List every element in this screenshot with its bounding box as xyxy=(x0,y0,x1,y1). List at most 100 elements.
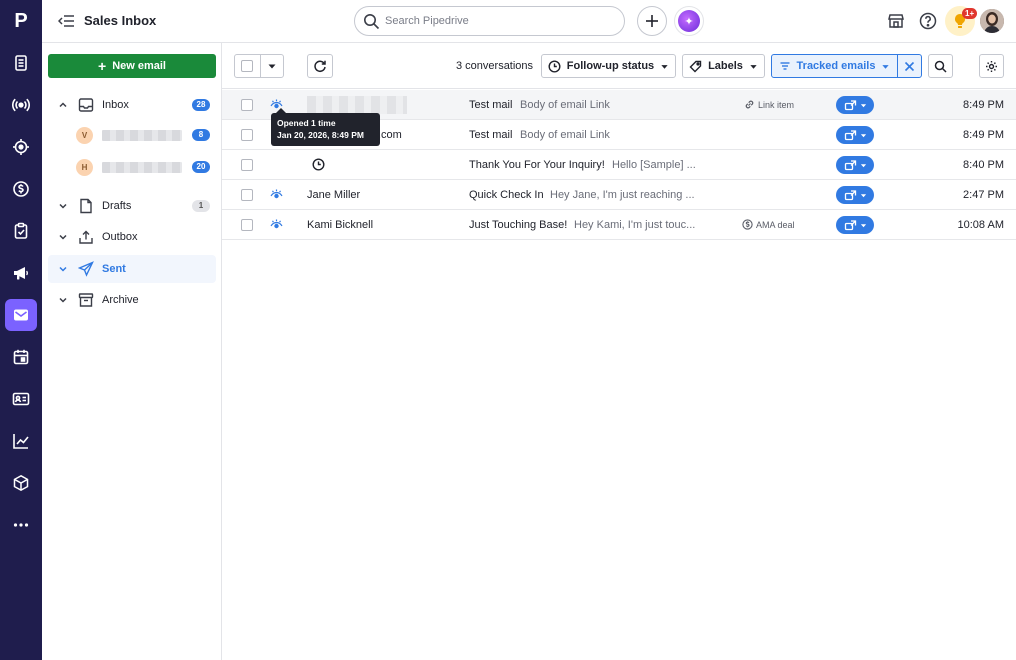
quick-add-button[interactable] xyxy=(637,6,667,36)
new-email-button[interactable]: + New email xyxy=(48,54,216,78)
chevron-down-icon[interactable] xyxy=(57,231,69,243)
conversation-row[interactable]: Thank You For Your Inquiry! Hello [Sampl… xyxy=(222,150,1016,180)
caret-down-icon xyxy=(750,64,757,69)
chevron-down-icon[interactable] xyxy=(57,263,69,275)
products-icon[interactable] xyxy=(5,467,37,499)
campaigns-icon[interactable] xyxy=(5,257,37,289)
chevron-up-icon[interactable] xyxy=(57,99,69,111)
labels-label: Labels xyxy=(708,60,743,72)
chevron-down-icon[interactable] xyxy=(57,294,69,306)
inbox-account-v[interactable]: V 8 xyxy=(70,123,216,147)
broadcast-icon[interactable] xyxy=(5,89,37,121)
settings-button[interactable] xyxy=(979,54,1004,78)
mail-sidebar: + New email Inbox 28 V 8 H 20 Drafts 1 O… xyxy=(42,43,222,660)
folder-sent[interactable]: Sent xyxy=(48,255,216,283)
row-checkbox[interactable] xyxy=(241,159,253,171)
conversation-count: 3 conversations xyxy=(456,60,534,72)
folder-drafts[interactable]: Drafts 1 xyxy=(48,192,216,220)
pipedrive-logo[interactable]: P xyxy=(0,6,42,36)
row-sender: Kami Bicknell xyxy=(307,219,374,231)
account-name-redacted xyxy=(102,129,182,141)
conversation-row[interactable]: Kami Bicknell Just Touching Base! Hey Ka… xyxy=(222,210,1016,240)
more-icon[interactable] xyxy=(5,509,37,541)
row-checkbox[interactable] xyxy=(241,189,253,201)
row-time: 8:40 PM xyxy=(963,159,1004,171)
marketplace-icon[interactable] xyxy=(886,11,906,31)
target-icon[interactable] xyxy=(5,131,37,163)
link-deal-icon xyxy=(844,99,856,110)
list-toolbar: 3 conversations Follow-up status Labels … xyxy=(222,43,1016,89)
caret-down-icon xyxy=(860,223,866,227)
plus-icon: + xyxy=(98,58,107,74)
row-time: 8:49 PM xyxy=(963,129,1004,141)
account-avatar: H xyxy=(76,158,93,176)
insights-icon[interactable] xyxy=(5,425,37,457)
search-mail-button[interactable] xyxy=(928,54,953,78)
link-deal-icon xyxy=(844,219,856,230)
opened-tracking-icon[interactable] xyxy=(270,189,283,201)
filter-icon xyxy=(780,62,790,70)
search-icon xyxy=(934,60,947,73)
drafts-count-badge: 1 xyxy=(192,200,210,212)
folder-archive[interactable]: Archive xyxy=(48,286,216,314)
linked-item-tag[interactable]: Link item xyxy=(744,99,794,110)
contacts-icon[interactable] xyxy=(5,383,37,415)
top-bar: Sales Inbox ✦ 1+ xyxy=(42,0,1016,43)
mail-icon[interactable] xyxy=(5,299,37,331)
link-to-deal-button[interactable] xyxy=(836,126,874,144)
select-all-checkbox[interactable] xyxy=(241,60,253,72)
tracked-emails-filter[interactable]: Tracked emails xyxy=(771,54,898,78)
account-count-badge: 20 xyxy=(192,161,210,173)
draft-icon xyxy=(80,198,92,214)
open-tracking-tooltip: Opened 1 time Jan 20, 2026, 8:49 PM xyxy=(271,108,380,146)
search-box[interactable] xyxy=(354,6,625,36)
chevron-down-icon[interactable] xyxy=(57,200,69,212)
row-sender: .com xyxy=(378,129,402,141)
sender-redacted xyxy=(307,96,407,114)
search-input[interactable] xyxy=(385,12,615,30)
caret-down-icon xyxy=(661,64,668,69)
calendar-icon[interactable] xyxy=(5,341,37,373)
labels-filter[interactable]: Labels xyxy=(682,54,765,78)
link-to-deal-button[interactable] xyxy=(836,96,874,114)
inbox-icon xyxy=(78,98,94,112)
tooltip-line-2: Jan 20, 2026, 8:49 PM xyxy=(277,130,364,140)
activities-icon[interactable] xyxy=(5,215,37,247)
row-time: 2:47 PM xyxy=(963,189,1004,201)
gear-icon xyxy=(986,60,997,72)
opened-tracking-icon[interactable] xyxy=(270,219,283,231)
row-preview: Hello [Sample] ... xyxy=(612,159,696,171)
linked-deal-tag[interactable]: AMA deal xyxy=(742,219,795,230)
follow-up-status-filter[interactable]: Follow-up status xyxy=(541,54,676,78)
inbox-account-h[interactable]: H 20 xyxy=(70,155,216,179)
account-count-badge: 8 xyxy=(192,129,210,141)
link-to-deal-button[interactable] xyxy=(836,186,874,204)
row-checkbox[interactable] xyxy=(241,219,253,231)
plus-icon xyxy=(646,15,658,27)
account-name-redacted xyxy=(102,161,182,173)
folder-label: Sent xyxy=(102,263,126,275)
tooltip-line-1: Opened 1 time xyxy=(277,118,336,128)
help-icon[interactable] xyxy=(918,11,938,31)
leads-icon[interactable] xyxy=(5,47,37,79)
conversation-row[interactable]: Jane Miller Quick Check In Hey Jane, I'm… xyxy=(222,180,1016,210)
link-to-deal-button[interactable] xyxy=(836,216,874,234)
bulk-select-control[interactable] xyxy=(234,54,284,78)
search-icon xyxy=(364,14,380,30)
row-preview: Hey Kami, I'm just touc... xyxy=(574,219,696,231)
link-to-deal-button[interactable] xyxy=(836,156,874,174)
row-subject: Test mail xyxy=(469,129,513,141)
row-checkbox[interactable] xyxy=(241,99,253,111)
row-sender: Jane Miller xyxy=(307,189,361,201)
folder-inbox[interactable]: Inbox 28 xyxy=(48,91,216,119)
deal-icon xyxy=(742,219,753,230)
row-checkbox[interactable] xyxy=(241,129,253,141)
folder-outbox[interactable]: Outbox xyxy=(48,223,216,251)
refresh-button[interactable] xyxy=(307,54,333,78)
clear-filter-button[interactable] xyxy=(897,54,922,78)
ai-assistant-button[interactable]: ✦ xyxy=(674,6,704,36)
caret-down-icon[interactable] xyxy=(267,61,277,71)
deals-icon[interactable] xyxy=(5,173,37,205)
user-avatar[interactable] xyxy=(980,9,1004,33)
collapse-menu-icon[interactable] xyxy=(58,13,76,29)
